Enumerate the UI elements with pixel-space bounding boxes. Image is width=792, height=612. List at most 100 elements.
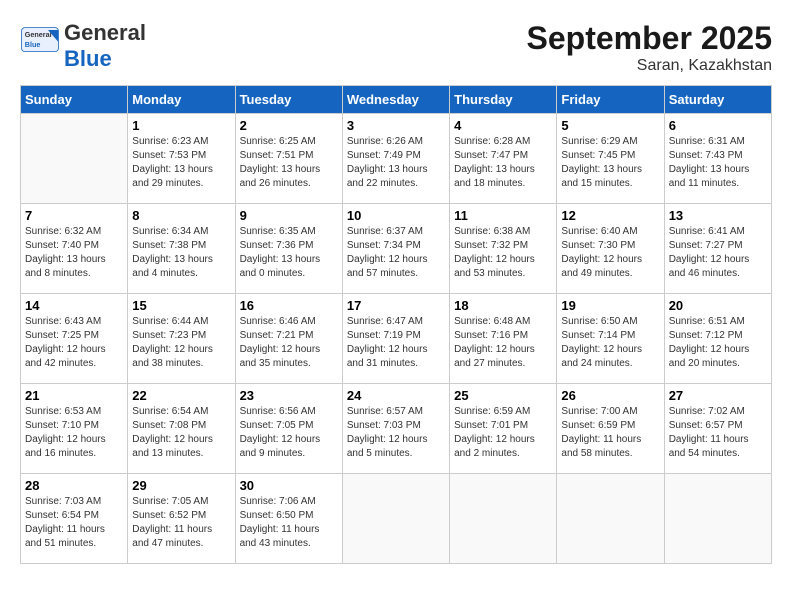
calendar-cell: 19Sunrise: 6:50 AMSunset: 7:14 PMDayligh…: [557, 294, 664, 384]
calendar-cell: 13Sunrise: 6:41 AMSunset: 7:27 PMDayligh…: [664, 204, 771, 294]
weekday-header-tuesday: Tuesday: [235, 86, 342, 114]
day-number: 11: [454, 208, 552, 223]
day-info: Sunrise: 6:44 AMSunset: 7:23 PMDaylight:…: [132, 315, 230, 371]
weekday-header-friday: Friday: [557, 86, 664, 114]
subtitle: Saran, Kazakhstan: [527, 57, 772, 75]
day-info: Sunrise: 6:40 AMSunset: 7:30 PMDaylight:…: [561, 225, 659, 281]
weekday-header-sunday: Sunday: [21, 86, 128, 114]
day-number: 27: [669, 388, 767, 403]
day-info: Sunrise: 6:37 AMSunset: 7:34 PMDaylight:…: [347, 225, 445, 281]
calendar-cell: 6 Sunrise: 6:31 AMSunset: 7:43 PMDaylight…: [664, 114, 771, 204]
calendar-table: SundayMondayTuesdayWednesdayThursdayFrid…: [20, 85, 772, 564]
calendar-cell: [450, 474, 557, 564]
calendar-cell: 10 Sunrise: 6:37 AMSunset: 7:34 PMDayligh…: [342, 204, 449, 294]
calendar-cell: 22 Sunrise: 6:54 AMSunset: 7:08 PMDayligh…: [128, 384, 235, 474]
day-number: 22: [132, 388, 230, 403]
svg-text:Blue: Blue: [25, 40, 41, 49]
day-number: 18: [454, 298, 552, 313]
day-number: 6: [669, 118, 767, 133]
day-number: 30: [240, 478, 338, 493]
day-number: 20: [669, 298, 767, 313]
day-number: 15: [132, 298, 230, 313]
day-info: Sunrise: 7:02 AMSunset: 6:57 PMDaylight:…: [669, 405, 767, 461]
calendar-cell: 4 Sunrise: 6:28 AMSunset: 7:47 PMDaylight…: [450, 114, 557, 204]
calendar-cell: 27 Sunrise: 7:02 AMSunset: 6:57 PMDayligh…: [664, 384, 771, 474]
calendar-cell: [21, 114, 128, 204]
day-number: 10: [347, 208, 445, 223]
day-number: 12: [561, 208, 659, 223]
day-info: Sunrise: 6:54 AMSunset: 7:08 PMDaylight:…: [132, 405, 230, 461]
day-number: 8: [132, 208, 230, 223]
calendar-cell: 26Sunrise: 7:00 AMSunset: 6:59 PMDayligh…: [557, 384, 664, 474]
day-number: 2: [240, 118, 338, 133]
day-info: Sunrise: 6:34 AMSunset: 7:38 PMDaylight:…: [132, 225, 230, 281]
day-info: Sunrise: 6:28 AMSunset: 7:47 PMDaylight:…: [454, 135, 552, 191]
calendar-week-1: 1 Sunrise: 6:23 AMSunset: 7:53 PMDaylight…: [21, 114, 772, 204]
day-number: 14: [25, 298, 123, 313]
calendar-cell: [664, 474, 771, 564]
day-number: 21: [25, 388, 123, 403]
day-info: Sunrise: 6:51 AMSunset: 7:12 PMDaylight:…: [669, 315, 767, 371]
page-header: General Blue General Blue September 2025…: [20, 20, 772, 75]
day-info: Sunrise: 6:57 AMSunset: 7:03 PMDaylight:…: [347, 405, 445, 461]
day-number: 23: [240, 388, 338, 403]
calendar-cell: 20 Sunrise: 6:51 AMSunset: 7:12 PMDayligh…: [664, 294, 771, 384]
svg-text:General: General: [25, 30, 52, 39]
day-number: 28: [25, 478, 123, 493]
main-title: September 2025: [527, 20, 772, 57]
day-number: 4: [454, 118, 552, 133]
day-info: Sunrise: 6:56 AMSunset: 7:05 PMDaylight:…: [240, 405, 338, 461]
calendar-cell: 30Sunrise: 7:06 AMSunset: 6:50 PMDayligh…: [235, 474, 342, 564]
day-info: Sunrise: 6:29 AMSunset: 7:45 PMDaylight:…: [561, 135, 659, 191]
day-number: 24: [347, 388, 445, 403]
day-info: Sunrise: 7:03 AMSunset: 6:54 PMDaylight:…: [25, 495, 123, 551]
day-number: 16: [240, 298, 338, 313]
day-info: Sunrise: 6:46 AMSunset: 7:21 PMDaylight:…: [240, 315, 338, 371]
day-info: Sunrise: 6:26 AMSunset: 7:49 PMDaylight:…: [347, 135, 445, 191]
weekday-header-saturday: Saturday: [664, 86, 771, 114]
day-number: 29: [132, 478, 230, 493]
day-number: 13: [669, 208, 767, 223]
calendar-cell: 11 Sunrise: 6:38 AMSunset: 7:32 PMDayligh…: [450, 204, 557, 294]
calendar-header-row: SundayMondayTuesdayWednesdayThursdayFrid…: [21, 86, 772, 114]
weekday-header-monday: Monday: [128, 86, 235, 114]
calendar-cell: 16 Sunrise: 6:46 AMSunset: 7:21 PMDayligh…: [235, 294, 342, 384]
calendar-cell: 25 Sunrise: 6:59 AMSunset: 7:01 PMDayligh…: [450, 384, 557, 474]
calendar-cell: 5 Sunrise: 6:29 AMSunset: 7:45 PMDaylight…: [557, 114, 664, 204]
day-number: 25: [454, 388, 552, 403]
logo: General Blue General Blue: [20, 20, 146, 72]
day-info: Sunrise: 6:35 AMSunset: 7:36 PMDaylight:…: [240, 225, 338, 281]
day-info: Sunrise: 6:38 AMSunset: 7:32 PMDaylight:…: [454, 225, 552, 281]
day-info: Sunrise: 6:23 AMSunset: 7:53 PMDaylight:…: [132, 135, 230, 191]
logo-icon: General Blue: [20, 26, 60, 66]
weekday-header-wednesday: Wednesday: [342, 86, 449, 114]
day-number: 7: [25, 208, 123, 223]
calendar-cell: 15 Sunrise: 6:44 AMSunset: 7:23 PMDayligh…: [128, 294, 235, 384]
calendar-cell: 2Sunrise: 6:25 AMSunset: 7:51 PMDaylight…: [235, 114, 342, 204]
day-number: 1: [132, 118, 230, 133]
calendar-week-3: 14Sunrise: 6:43 AMSunset: 7:25 PMDayligh…: [21, 294, 772, 384]
title-section: September 2025 Saran, Kazakhstan: [527, 20, 772, 75]
calendar-cell: 24 Sunrise: 6:57 AMSunset: 7:03 PMDayligh…: [342, 384, 449, 474]
day-info: Sunrise: 6:48 AMSunset: 7:16 PMDaylight:…: [454, 315, 552, 371]
day-number: 5: [561, 118, 659, 133]
calendar-cell: 17Sunrise: 6:47 AMSunset: 7:19 PMDayligh…: [342, 294, 449, 384]
calendar-week-4: 21 Sunrise: 6:53 AMSunset: 7:10 PMDayligh…: [21, 384, 772, 474]
day-info: Sunrise: 6:47 AMSunset: 7:19 PMDaylight:…: [347, 315, 445, 371]
day-number: 3: [347, 118, 445, 133]
day-info: Sunrise: 6:50 AMSunset: 7:14 PMDaylight:…: [561, 315, 659, 371]
calendar-cell: 12 Sunrise: 6:40 AMSunset: 7:30 PMDayligh…: [557, 204, 664, 294]
calendar-cell: 18 Sunrise: 6:48 AMSunset: 7:16 PMDayligh…: [450, 294, 557, 384]
day-info: Sunrise: 6:59 AMSunset: 7:01 PMDaylight:…: [454, 405, 552, 461]
weekday-header-thursday: Thursday: [450, 86, 557, 114]
calendar-cell: 28 Sunrise: 7:03 AMSunset: 6:54 PMDayligh…: [21, 474, 128, 564]
day-info: Sunrise: 6:53 AMSunset: 7:10 PMDaylight:…: [25, 405, 123, 461]
day-info: Sunrise: 7:00 AMSunset: 6:59 PMDaylight:…: [561, 405, 659, 461]
calendar-cell: 3 Sunrise: 6:26 AMSunset: 7:49 PMDaylight…: [342, 114, 449, 204]
day-info: Sunrise: 7:05 AMSunset: 6:52 PMDaylight:…: [132, 495, 230, 551]
calendar-cell: 8 Sunrise: 6:34 AMSunset: 7:38 PMDaylight…: [128, 204, 235, 294]
calendar-week-5: 28 Sunrise: 7:03 AMSunset: 6:54 PMDayligh…: [21, 474, 772, 564]
day-info: Sunrise: 6:31 AMSunset: 7:43 PMDaylight:…: [669, 135, 767, 191]
calendar-cell: 29 Sunrise: 7:05 AMSunset: 6:52 PMDayligh…: [128, 474, 235, 564]
calendar-cell: 14Sunrise: 6:43 AMSunset: 7:25 PMDayligh…: [21, 294, 128, 384]
